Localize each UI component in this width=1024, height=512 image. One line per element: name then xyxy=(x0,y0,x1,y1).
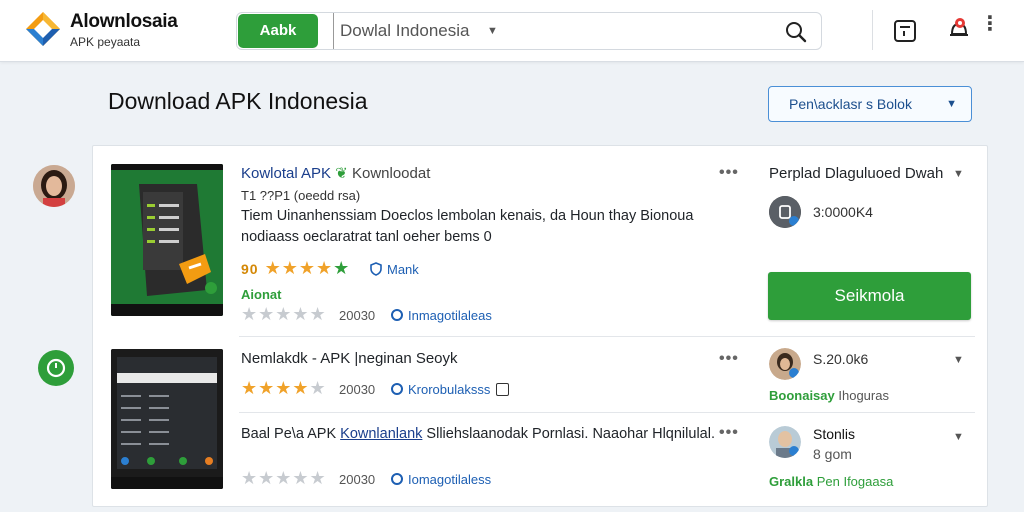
avatar-image xyxy=(33,165,75,207)
developer-avatar[interactable] xyxy=(769,426,801,458)
phone-mockup-image xyxy=(111,164,223,316)
shield-badge-icon xyxy=(769,196,801,228)
developer-status-label: Gralkla xyxy=(769,474,814,489)
developer-status: Gralkla Pen Ifogaasa xyxy=(769,474,893,489)
app-version: T1 ??P1 (oeedd rsa) xyxy=(241,188,361,203)
app-title-rest: Slliehslaanodak Pornlasi. Naaohar Hlqnil… xyxy=(426,426,715,442)
search-input[interactable]: Dowlal Indonesia xyxy=(333,13,469,49)
rating-stars[interactable]: ★★★★★ xyxy=(241,378,327,399)
app-status: Aionat xyxy=(241,287,282,302)
info-icon xyxy=(391,309,403,321)
logo-icon[interactable] xyxy=(24,10,62,48)
row-divider xyxy=(239,412,975,413)
phone-mockup-image xyxy=(111,349,223,489)
more-vert-icon[interactable]: ⋮ xyxy=(980,14,1000,34)
more-options-icon[interactable]: ••• xyxy=(719,424,739,442)
app-title-text: Nemlakdk xyxy=(241,350,308,367)
app-title-text: Kowlotal APK xyxy=(241,165,332,182)
chevron-down-icon[interactable]: ▼ xyxy=(953,431,964,443)
download-button[interactable]: Seikmola xyxy=(768,272,971,320)
developer-status-label: Boonaisay xyxy=(769,388,835,403)
app-tag-link[interactable]: Mank xyxy=(369,262,419,277)
download-badge-icon xyxy=(496,383,510,396)
side-panel-value: 8 gom xyxy=(813,446,852,462)
app-title[interactable]: Baal Pe\a APK Kownlanlank Slliehslaanoda… xyxy=(241,424,717,444)
app-title[interactable]: Kowlotal APK ❦ Kownloodat xyxy=(241,164,430,182)
header-divider xyxy=(872,10,873,50)
download-count: 20030 xyxy=(339,472,376,487)
more-options-icon[interactable]: ••• xyxy=(719,350,739,368)
developer-status-note: Pen Ifogaasa xyxy=(816,474,894,489)
app-info-link-label: Krorobulaksss xyxy=(408,382,491,397)
user-rating-stars[interactable]: ★★★★★ xyxy=(241,304,327,325)
chevron-down-icon[interactable]: ▼ xyxy=(953,354,964,366)
sort-dropdown-label: Pen\acklasr s Bolok xyxy=(789,96,912,112)
app-screenshot[interactable] xyxy=(111,349,223,489)
download-count: 20030 xyxy=(339,308,376,323)
avatar-image xyxy=(769,426,801,458)
brand-title: Alownlosaia xyxy=(70,11,178,32)
side-panel-value: 3:0000K4 xyxy=(813,204,873,220)
app-title-prefix: Baal Pe\a APK xyxy=(241,426,337,442)
developer-status-note: Ihoguras xyxy=(838,388,889,403)
page-title: Download APK Indonesia xyxy=(108,88,368,114)
side-panel-title[interactable]: Perplad Dlaguluoed Dwah xyxy=(769,165,943,182)
chevron-down-icon[interactable]: ▼ xyxy=(953,168,964,180)
rating-stars[interactable]: ★★★★★ xyxy=(241,468,327,489)
developer-status: Boonaisay Ihoguras xyxy=(769,388,889,403)
verified-leaf-icon: ❦ xyxy=(335,165,348,182)
app-info-link-label: Inmagotilaleas xyxy=(408,308,492,323)
user-avatar[interactable] xyxy=(33,165,75,207)
brand[interactable]: Alownlosaia APK peyaata xyxy=(70,11,178,49)
app-screenshot[interactable] xyxy=(111,164,223,316)
notification-bell-icon[interactable] xyxy=(946,16,972,42)
status-indicator[interactable] xyxy=(38,350,74,386)
rating-prefix: 90 xyxy=(241,261,259,277)
app-title-suffix: - APK |neginan Seoyk xyxy=(311,350,458,367)
shield-icon xyxy=(370,262,382,276)
search-icon[interactable] xyxy=(785,21,807,43)
info-icon xyxy=(391,473,403,485)
clock-icon xyxy=(46,358,66,378)
app-info-link[interactable]: Iomagotilaless xyxy=(391,472,491,487)
brand-subtitle: APK peyaata xyxy=(70,35,141,49)
sort-dropdown[interactable]: Pen\acklasr s Bolok ▼ xyxy=(768,86,972,122)
chevron-down-icon: ▼ xyxy=(946,98,957,110)
chevron-down-icon[interactable]: ▼ xyxy=(487,25,498,37)
search-category-button[interactable]: Aabk xyxy=(238,14,318,48)
developer-avatar[interactable] xyxy=(769,348,801,380)
row-divider xyxy=(239,336,975,337)
info-icon xyxy=(391,383,403,395)
app-title-link[interactable]: Kownlanlank xyxy=(340,426,422,442)
top-bar: Alownlosaia APK peyaata Aabk Dowlal Indo… xyxy=(0,0,1024,62)
rating-stars: 90 ★★★★★ xyxy=(241,258,351,278)
app-info-link[interactable]: Krorobulaksss xyxy=(391,382,510,397)
app-tag-label: Mank xyxy=(387,262,419,277)
download-count: 20030 xyxy=(339,382,376,397)
more-options-icon[interactable]: ••• xyxy=(719,164,739,182)
developer-avatar[interactable] xyxy=(769,196,801,228)
app-title-suffix: Kownloodat xyxy=(351,165,431,182)
app-info-link[interactable]: Inmagotilaleas xyxy=(391,308,492,323)
avatar-image xyxy=(769,348,801,380)
search-bar: Aabk Dowlal Indonesia ▼ xyxy=(236,12,822,50)
side-panel-value: S.20.0k6 xyxy=(813,351,869,367)
app-description: Tiem Uinanhenssiam Doeclos lembolan kena… xyxy=(241,208,694,245)
downloads-icon[interactable] xyxy=(892,18,918,44)
side-panel-title[interactable]: Stonlis xyxy=(813,426,855,442)
app-info-link-label: Iomagotilaless xyxy=(408,472,492,487)
app-list-card: Kowlotal APK ❦ Kownloodat T1 ??P1 (oeedd… xyxy=(92,145,988,507)
app-title[interactable]: Nemlakdk - APK |neginan Seoyk xyxy=(241,350,458,367)
